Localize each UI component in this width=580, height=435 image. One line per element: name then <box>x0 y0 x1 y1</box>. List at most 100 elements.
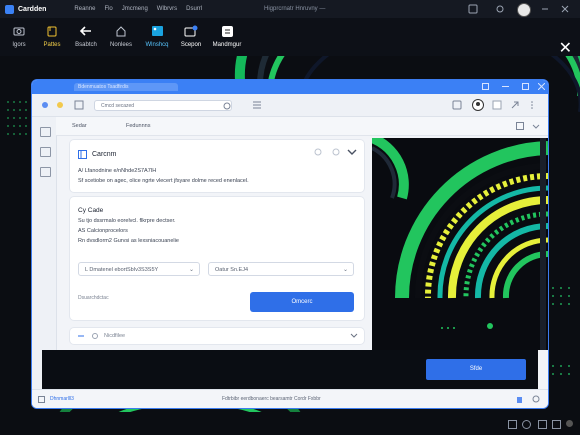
dot-grid-left <box>7 101 27 135</box>
select-dataset[interactable]: L Dmatenel ebortSbIv3S3S5Y ⌄ <box>78 262 200 276</box>
card-collapse-icon[interactable] <box>346 146 358 158</box>
menu-item[interactable]: Flo <box>104 6 112 12</box>
address-bar: Cmcd secazed <box>32 94 548 117</box>
card-pin-icon[interactable] <box>314 148 322 156</box>
tray-window-icon[interactable] <box>508 420 517 429</box>
address-input[interactable]: Cmcd secazed <box>94 100 232 111</box>
bookmark-icon[interactable] <box>452 100 462 110</box>
tool-home[interactable]: Nonlees <box>108 24 134 48</box>
subbar-item-2[interactable]: Fedunnns <box>126 123 150 129</box>
menu-item[interactable]: Reanne <box>74 6 95 12</box>
grid-icon[interactable] <box>468 4 478 14</box>
footer-text: Nicdfilee <box>104 333 126 339</box>
preview-pane <box>372 138 548 350</box>
card-line: Rn dvsdlorm2 Gurvsi as lexsniacouanelie <box>78 238 179 244</box>
tool-screen[interactable]: Scepon <box>178 24 204 48</box>
select-value: L Dmatenel ebortSbIv3S3S5Y <box>85 267 159 273</box>
menu-item[interactable]: Dsurrl <box>186 6 202 12</box>
dark-footer-strip: Sfde <box>42 350 538 389</box>
tool-label: Scepon <box>180 42 202 48</box>
card-title: Cy Cade <box>78 207 104 214</box>
rail-item-panel-icon[interactable] <box>40 127 51 137</box>
card-icon <box>78 150 87 159</box>
menu-item[interactable]: Wlbrvrs <box>157 6 177 12</box>
tool-label: Nonlees <box>109 42 132 48</box>
subbar-item-1[interactable]: Sedar <box>72 123 87 129</box>
tray-volume-icon[interactable] <box>538 420 547 429</box>
back-arrow-icon <box>79 26 91 36</box>
card-line: A/ Lfanodnine e/nNhde2S7A7IH <box>78 168 157 174</box>
window-close-icon[interactable] <box>560 4 570 14</box>
rail-item-notes-icon[interactable] <box>40 167 51 177</box>
window-dot-blue[interactable] <box>42 102 48 108</box>
window-tab[interactable]: Bdenmuatos Tsadfirdis <box>74 83 178 91</box>
card-info-icon[interactable] <box>332 148 340 156</box>
taskbar <box>0 412 580 435</box>
card-line: Sf scetiobe on agec, olice ngrte vlecert… <box>78 178 249 184</box>
status-icon <box>38 396 45 403</box>
document-icon <box>221 25 233 37</box>
window-menu-icon[interactable] <box>482 83 489 90</box>
minimize-icon[interactable] <box>540 4 550 14</box>
chevron-down-icon[interactable] <box>532 122 540 130</box>
rail-item-calendar-icon[interactable] <box>40 147 51 157</box>
dot-grid-right <box>552 287 570 375</box>
tray-notification-icon[interactable] <box>552 420 561 429</box>
select-option[interactable]: Oatur Sn.EJ4 ⌄ <box>208 262 354 276</box>
card-line: Su tjo dssrmalo eorelvcl. flkrpre dectse… <box>78 218 176 224</box>
tool-camera[interactable]: Igors <box>8 24 30 48</box>
page-icon[interactable] <box>74 100 84 110</box>
user-avatar[interactable] <box>517 3 531 17</box>
window-dot-yellow[interactable] <box>57 102 63 108</box>
card-details: Cy Cade Su tjo dssrmalo eorelvcl. flkrpr… <box>70 197 364 320</box>
refresh-icon[interactable] <box>222 101 232 111</box>
main-menu: Reanne Flo Jmcmeng Wlbrvrs Dsurrl <box>74 6 202 12</box>
tool-clipboard[interactable]: Pattes <box>40 24 64 48</box>
tool-label: Igors <box>12 42 26 48</box>
main-window: Bdenmuatos Tsadfirdis Cmcd secazed Sedar… <box>32 80 548 408</box>
close-icon[interactable]: ✕ <box>559 41 572 57</box>
top-center-text: Higprcrnatr Hnruvny — <box>264 6 326 12</box>
layout-icon[interactable] <box>516 122 524 130</box>
more-icon[interactable] <box>527 100 537 110</box>
chevron-down-icon: ⌄ <box>342 267 348 273</box>
card-title: Carcnm <box>92 151 117 158</box>
primary-button[interactable]: Omcerc <box>250 292 354 312</box>
tray-user-icon[interactable] <box>566 420 573 427</box>
tray-network-icon[interactable] <box>522 420 531 429</box>
status-center-text: Fdtrbibr eerdbonaerc bearsamtr Cordr Fxb… <box>222 396 321 402</box>
status-left-text[interactable]: Dhnmarlll3 <box>50 396 74 402</box>
settings-icon[interactable] <box>495 4 505 14</box>
footer-card[interactable]: Nicdfilee <box>70 328 364 344</box>
tool-image[interactable]: Wlnshcq <box>142 24 172 48</box>
options-icon[interactable] <box>532 395 540 403</box>
window-close-icon[interactable] <box>538 83 545 90</box>
preview-artwork <box>372 138 548 329</box>
window-maximize-icon[interactable] <box>522 83 529 90</box>
vertical-scrollbar[interactable] <box>540 138 546 350</box>
main-toolbar: Igors Pattes Bsabtch Nonlees Wlnshcq Sce… <box>0 18 580 57</box>
share-icon[interactable] <box>510 100 520 110</box>
window-title-bar: Bdenmuatos Tsadfirdis <box>32 80 548 94</box>
window-minimize-icon[interactable] <box>502 83 509 90</box>
hint-text: Dsuarchdctac <box>78 295 109 301</box>
profile-icon[interactable] <box>472 99 484 111</box>
extension-icon[interactable] <box>492 100 502 110</box>
side-button[interactable]: Sfde <box>426 359 526 380</box>
home-icon <box>116 26 126 37</box>
tool-back[interactable]: Bsabtch <box>72 24 100 48</box>
camera-icon <box>13 27 25 36</box>
menu-item[interactable]: Jmcmeng <box>122 6 148 12</box>
trash-icon[interactable] <box>516 395 523 403</box>
select-value: Oatur Sn.EJ4 <box>215 267 249 273</box>
link-icon <box>78 335 84 337</box>
status-bar: Dhnmarlll3 Fdtrbibr eerdbonaerc bearsamt… <box>32 389 548 408</box>
tool-document[interactable]: Mandmgur <box>210 24 244 48</box>
list-icon[interactable] <box>252 100 262 110</box>
chevron-down-icon <box>350 333 358 338</box>
tool-label: Wlnshcq <box>145 42 169 48</box>
card-line: AS Calcionprocelors <box>78 228 128 234</box>
clipboard-icon <box>47 26 57 37</box>
sub-toolbar: Sedar Fedunnns <box>56 117 548 136</box>
image-icon <box>151 26 163 36</box>
